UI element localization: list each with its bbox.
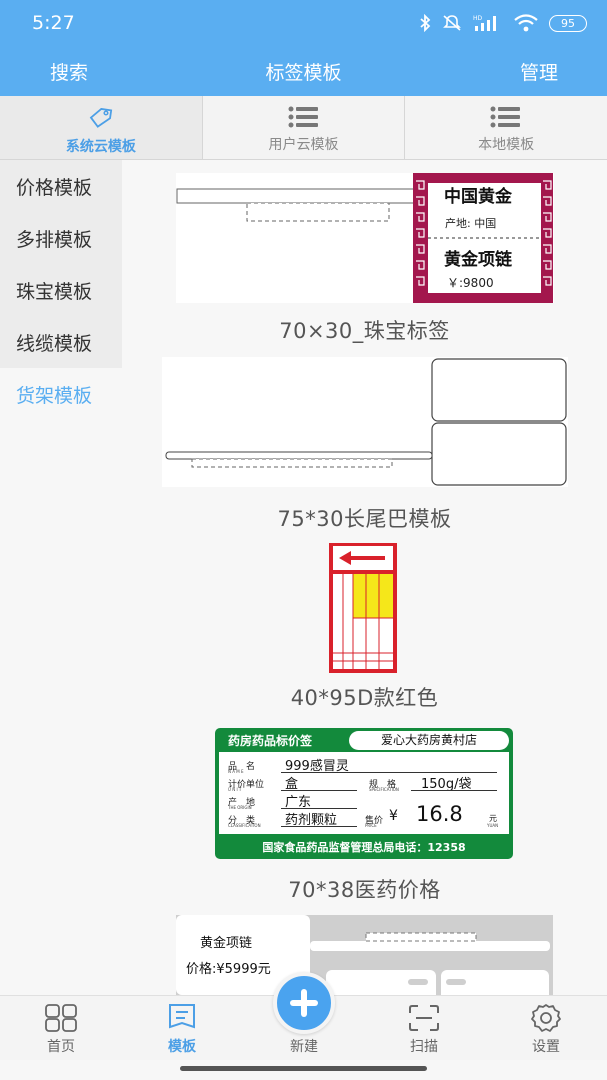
- template-card-jewelry[interactable]: 中国黄金 产地: 中国 黄金项链 ￥:9800 70×30_珠宝标签: [122, 160, 607, 355]
- scan-icon: [409, 1005, 439, 1031]
- long-tail-label-graphic: [165, 358, 567, 486]
- template-card-medicine[interactable]: 药房药品标价签 爱心大药房黄村店 品 名 N A M E 999感冒灵 计价单位…: [122, 715, 607, 915]
- nav-settings[interactable]: 设置: [506, 996, 586, 1061]
- category-sidebar: 价格模板 多排模板 珠宝模板 线缆模板 货架模板: [0, 160, 122, 420]
- gear-icon: [531, 1004, 561, 1032]
- spec-sub: SPECIFICATION: [369, 787, 399, 792]
- app-screen: 5:27 HD 95 搜索 标签模板 管理 系统云模板 用户云模板 本地模板 价…: [0, 0, 607, 1080]
- bluetooth-icon: [420, 14, 431, 32]
- status-icons: HD 95: [419, 12, 587, 34]
- list-icon: [288, 106, 318, 128]
- template-preview: 药房药品标价签 爱心大药房黄村店 品 名 N A M E 999感冒灵 计价单位…: [215, 728, 513, 859]
- preview-product: 黄金项链: [200, 936, 253, 951]
- template-list: 中国黄金 产地: 中国 黄金项链 ￥:9800 70×30_珠宝标签 75*30…: [122, 160, 607, 995]
- red-label-graphic: [329, 543, 397, 673]
- template-card-gold-necklace[interactable]: 黄金项链 价格:¥5999元: [122, 915, 607, 995]
- class-sub: CLASSIFICATION: [228, 823, 261, 828]
- template-card-red[interactable]: 40*95D款红色: [122, 535, 607, 715]
- nav-label: 设置: [532, 1039, 560, 1055]
- template-preview: 黄金项链 价格:¥5999元: [176, 915, 553, 995]
- origin-sub: THE ORIGIN: [228, 805, 252, 810]
- template-name: 40*95D款红色: [290, 686, 439, 710]
- status-bar: 5:27 HD 95: [0, 0, 607, 46]
- unit-sub: U N I T: [228, 787, 242, 792]
- status-time: 5:27: [32, 12, 75, 34]
- app-header: 5:27 HD 95 搜索 标签模板 管理: [0, 0, 607, 96]
- sidebar-item-cable[interactable]: 线缆模板: [0, 316, 122, 368]
- nav-label: 扫描: [410, 1039, 438, 1055]
- price-sub: PRICE: [365, 823, 377, 828]
- preview-product: 黄金项链: [444, 250, 512, 270]
- battery-indicator: 95: [549, 14, 587, 32]
- tab-label: 本地模板: [478, 137, 535, 153]
- template-icon: [169, 1004, 195, 1029]
- preview-origin: 产地: 中国: [445, 217, 497, 230]
- template-name: 75*30长尾巴模板: [277, 507, 452, 531]
- template-preview: [162, 357, 568, 487]
- nav-templates[interactable]: 模板: [142, 996, 222, 1061]
- divider: [411, 790, 497, 791]
- nav-scan[interactable]: 扫描: [384, 996, 464, 1061]
- nav-label: 新建: [290, 1039, 318, 1055]
- gold-necklace-graphic: [176, 915, 550, 995]
- tab-label: 用户云模板: [268, 137, 339, 153]
- sidebar-item-jewelry[interactable]: 珠宝模板: [0, 264, 122, 316]
- preview-footer: 国家食品药品监督管理总局电话：12358: [262, 841, 466, 854]
- tab-user-cloud[interactable]: 用户云模板: [202, 96, 406, 159]
- tab-system-cloud[interactable]: 系统云模板: [0, 96, 203, 159]
- name-sub: N A M E: [228, 769, 244, 774]
- new-template-button[interactable]: [273, 972, 335, 1034]
- divider: [281, 826, 357, 827]
- sidebar-item-price[interactable]: 价格模板: [0, 160, 122, 212]
- nav-label: 首页: [47, 1039, 75, 1055]
- template-name: 70×30_珠宝标签: [279, 319, 450, 343]
- preview-price: 价格:¥5999元: [186, 962, 271, 977]
- svg-text:HD: HD: [473, 15, 483, 22]
- currency-symbol: ¥: [389, 808, 398, 824]
- page-title: 标签模板: [265, 62, 342, 84]
- home-grid-icon: [45, 1004, 77, 1032]
- template-preview: 中国黄金 产地: 中国 黄金项链 ￥:9800: [176, 173, 554, 303]
- cell-signal-icon: HD: [473, 15, 496, 31]
- wifi-icon: [514, 14, 538, 32]
- template-name: 70*38医药价格: [288, 878, 441, 902]
- template-source-tabs: 系统云模板 用户云模板 本地模板: [0, 96, 607, 160]
- search-button[interactable]: 搜索: [50, 58, 88, 85]
- template-card-long-tail[interactable]: 75*30长尾巴模板: [122, 355, 607, 535]
- template-preview: [329, 543, 397, 673]
- nav-label: 模板: [168, 1039, 196, 1055]
- battery-level: 95: [561, 16, 575, 30]
- plus-icon: [290, 989, 318, 1017]
- sidebar-item-multirow[interactable]: 多排模板: [0, 212, 122, 264]
- manage-button[interactable]: 管理: [520, 58, 558, 85]
- price-unit-sub: YUAN: [487, 823, 499, 828]
- tab-local[interactable]: 本地模板: [405, 96, 607, 159]
- preview-header-title: 药房药品标价签: [228, 734, 313, 748]
- nav-home[interactable]: 首页: [21, 996, 101, 1061]
- preview-store: 爱心大药房黄村店: [349, 731, 509, 750]
- sidebar-item-shelf[interactable]: 货架模板: [0, 368, 122, 420]
- price-value: 16.8: [416, 802, 463, 826]
- preview-brand: 中国黄金: [444, 187, 512, 207]
- list-icon: [490, 106, 521, 128]
- home-indicator[interactable]: [180, 1066, 427, 1071]
- mute-icon: [443, 15, 461, 31]
- tab-label: 系统云模板: [65, 139, 136, 155]
- preview-price: ￥:9800: [447, 276, 494, 290]
- top-nav: 搜索 标签模板 管理: [0, 46, 607, 96]
- medicine-body: [219, 752, 509, 834]
- tag-icon: [89, 108, 113, 128]
